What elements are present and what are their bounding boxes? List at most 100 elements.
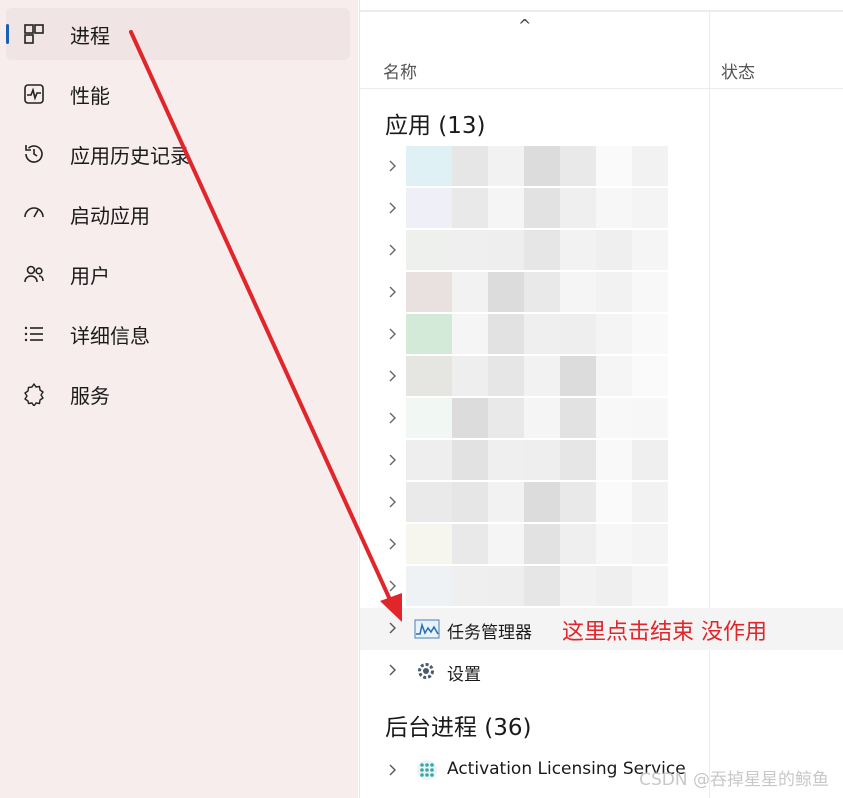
pixelated-block <box>452 272 488 312</box>
chevron-right-icon[interactable] <box>386 327 400 341</box>
table-row-blurred[interactable] <box>360 524 843 566</box>
group-title-background: 后台进程 (36) <box>385 715 532 741</box>
pixelated-block <box>406 314 452 354</box>
pixelated-block <box>406 440 452 480</box>
chevron-right-icon[interactable] <box>386 763 400 777</box>
chevron-right-icon[interactable] <box>386 285 400 299</box>
table-row-blurred[interactable] <box>360 398 843 440</box>
startup-apps-icon <box>24 207 44 218</box>
pixelated-block <box>560 272 596 312</box>
pixelated-block <box>596 146 632 186</box>
performance-icon <box>24 84 44 104</box>
chevron-right-icon[interactable] <box>386 411 400 425</box>
pixelated-block <box>488 146 524 186</box>
table-row-blurred[interactable] <box>360 188 843 230</box>
pixelated-block <box>524 440 560 480</box>
pixelated-block <box>452 230 488 270</box>
pixelated-block <box>560 314 596 354</box>
column-header-name[interactable]: 名称 <box>383 58 417 83</box>
chevron-right-icon[interactable] <box>386 369 400 383</box>
nav-item-details[interactable]: 详细信息 <box>6 308 350 360</box>
chevron-right-icon[interactable] <box>386 621 400 635</box>
pixelated-block <box>452 146 488 186</box>
watermark: CSDN @吞掉星星的鲸鱼 <box>639 770 829 790</box>
chevron-right-icon[interactable] <box>386 495 400 509</box>
pixelated-block <box>596 188 632 228</box>
pixelated-block <box>488 314 524 354</box>
pixelated-block <box>596 566 632 606</box>
pixelated-block <box>632 230 668 270</box>
table-row-blurred[interactable] <box>360 272 843 314</box>
pixelated-block <box>524 356 560 396</box>
nav-item-services[interactable]: 服务 <box>6 368 350 420</box>
table-row-blurred[interactable] <box>360 566 843 608</box>
pixelated-block <box>524 272 560 312</box>
chevron-right-icon[interactable] <box>386 537 400 551</box>
nav-label: 进程 <box>70 23 110 48</box>
pixelated-block <box>452 482 488 522</box>
details-icon <box>24 326 43 342</box>
pixelated-block <box>596 482 632 522</box>
pixelated-block <box>560 398 596 438</box>
pixelated-block <box>560 146 596 186</box>
pixelated-block <box>406 230 452 270</box>
pixelated-block <box>560 440 596 480</box>
nav-label: 启动应用 <box>70 203 150 228</box>
nav-item-startup-apps[interactable]: 启动应用 <box>6 188 350 240</box>
chevron-right-icon[interactable] <box>386 159 400 173</box>
chevron-right-icon[interactable] <box>386 579 400 593</box>
pixelated-block <box>406 188 452 228</box>
pixelated-block <box>452 524 488 564</box>
chevron-right-icon[interactable] <box>386 243 400 257</box>
pixelated-block <box>632 146 668 186</box>
chevron-right-icon[interactable] <box>386 663 400 677</box>
pixelated-block <box>488 230 524 270</box>
nav-item-app-history[interactable]: 应用历史记录 <box>6 128 350 180</box>
pixelated-block <box>632 314 668 354</box>
pixelated-block <box>488 398 524 438</box>
top-divider <box>360 10 843 12</box>
table-row-settings[interactable]: 设置 <box>360 650 843 692</box>
pixelated-block <box>632 356 668 396</box>
pixelated-block <box>524 314 560 354</box>
nav-item-performance[interactable]: 性能 <box>6 68 350 120</box>
pixelated-block <box>632 524 668 564</box>
column-header-status[interactable]: 状态 <box>721 58 755 83</box>
pixelated-block <box>596 398 632 438</box>
pixelated-block <box>560 230 596 270</box>
table-row-blurred[interactable] <box>360 482 843 524</box>
nav-label: 详细信息 <box>70 323 150 348</box>
chevron-right-icon[interactable] <box>386 453 400 467</box>
pixelated-block <box>560 356 596 396</box>
nav-item-processes[interactable]: 进程 <box>6 8 350 60</box>
nav-item-users[interactable]: 用户 <box>6 248 350 300</box>
pixelated-block <box>488 272 524 312</box>
pixelated-block <box>524 146 560 186</box>
pixelated-block <box>488 524 524 564</box>
table-row-blurred[interactable] <box>360 146 843 188</box>
pixelated-block <box>524 482 560 522</box>
pixelated-block <box>632 440 668 480</box>
nav-label: 用户 <box>70 263 110 288</box>
processes-icon <box>24 24 44 44</box>
pixelated-block <box>596 230 632 270</box>
pixelated-block <box>524 398 560 438</box>
table-row-blurred[interactable] <box>360 314 843 356</box>
chevron-right-icon[interactable] <box>386 201 400 215</box>
sidebar: 进程 性能 应用历史记录 启动应用 用户 详细信息 服务 <box>0 0 358 798</box>
pixelated-block <box>596 356 632 396</box>
pixelated-block <box>406 524 452 564</box>
pixelated-block <box>596 314 632 354</box>
pixelated-block <box>452 314 488 354</box>
table-row-blurred[interactable] <box>360 230 843 272</box>
pixelated-block <box>560 482 596 522</box>
table-row-blurred[interactable] <box>360 440 843 482</box>
pixelated-block <box>632 566 668 606</box>
table-row-blurred[interactable] <box>360 356 843 398</box>
pixelated-block <box>406 482 452 522</box>
pixelated-block <box>524 230 560 270</box>
table-row-task-manager[interactable]: 任务管理器 这里点击结束 没作用 <box>360 608 843 650</box>
pixelated-block <box>632 398 668 438</box>
pixelated-block <box>524 524 560 564</box>
pixelated-block <box>560 188 596 228</box>
